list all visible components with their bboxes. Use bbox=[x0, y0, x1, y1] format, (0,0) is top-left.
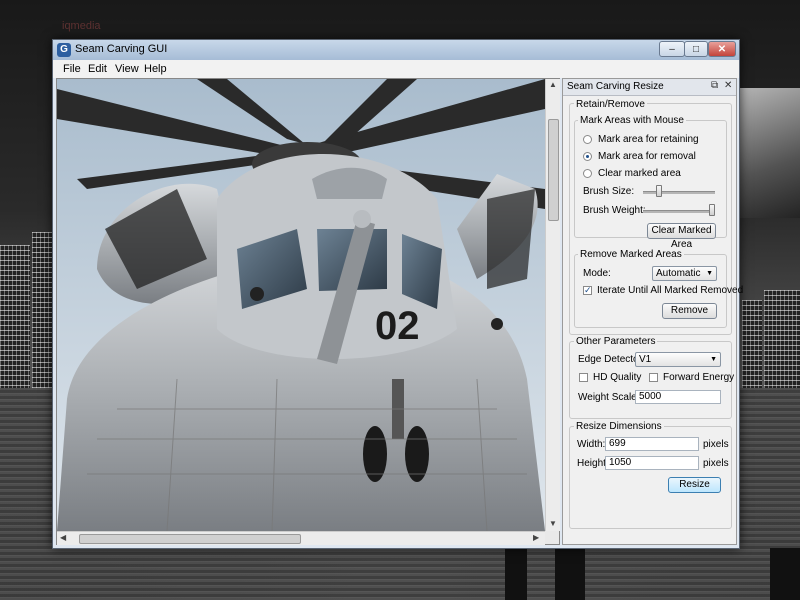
tail-number: 02 bbox=[375, 304, 420, 348]
pier bbox=[770, 548, 800, 600]
menu-file[interactable]: File bbox=[63, 63, 81, 75]
remove-button[interactable]: Remove bbox=[662, 303, 717, 319]
helicopter-illustration: 02 bbox=[57, 79, 545, 531]
resize-dimensions-label: Resize Dimensions bbox=[574, 421, 664, 432]
width-input[interactable]: 699 bbox=[605, 437, 699, 451]
mode-label: Mode: bbox=[583, 268, 611, 279]
iterate-checkbox-label[interactable]: Iterate Until All Marked Removed bbox=[597, 285, 743, 296]
radio-mark-removal[interactable] bbox=[583, 152, 592, 161]
chevron-down-icon: ▼ bbox=[710, 356, 717, 363]
building bbox=[742, 300, 762, 390]
forward-energy-checkbox[interactable] bbox=[649, 373, 658, 382]
building bbox=[764, 290, 800, 390]
image-canvas[interactable]: 02 ▲ ▼ ◀ ▶ bbox=[56, 78, 560, 545]
retain-remove-label: Retain/Remove bbox=[574, 99, 647, 110]
weight-scale-input[interactable]: 5000 bbox=[635, 390, 721, 404]
panel-title-bar: Seam Carving Resize ⧉ ✕ bbox=[563, 79, 736, 96]
brush-size-slider-thumb[interactable] bbox=[656, 185, 663, 197]
bridge bbox=[738, 88, 800, 218]
app-icon: G bbox=[57, 43, 71, 57]
panel-title: Seam Carving Resize bbox=[567, 81, 664, 92]
edge-detector-value: V1 bbox=[639, 354, 652, 365]
scroll-up-icon[interactable]: ▲ bbox=[549, 80, 557, 89]
hd-quality-checkbox[interactable] bbox=[579, 373, 588, 382]
vertical-scrollbar[interactable]: ▲ ▼ bbox=[545, 79, 560, 531]
resize-button[interactable]: Resize bbox=[668, 477, 721, 493]
weight-scale-label: Weight Scale: bbox=[578, 392, 640, 403]
menu-bar: File Edit View Help bbox=[53, 60, 739, 78]
close-button[interactable]: ✕ bbox=[708, 41, 736, 57]
building bbox=[0, 245, 30, 390]
main-window: G Seam Carving GUI – □ ✕ File Edit View … bbox=[52, 39, 743, 549]
radio-clear-marked-label[interactable]: Clear marked area bbox=[598, 168, 681, 179]
mark-areas-label: Mark Areas with Mouse bbox=[578, 115, 686, 126]
horizontal-scroll-thumb[interactable] bbox=[79, 534, 301, 544]
float-panel-icon[interactable]: ⧉ bbox=[711, 80, 718, 91]
scroll-down-icon[interactable]: ▼ bbox=[549, 519, 557, 528]
menu-edit[interactable]: Edit bbox=[88, 63, 107, 75]
vertical-scroll-thumb[interactable] bbox=[548, 119, 559, 221]
radio-mark-removal-label[interactable]: Mark area for removal bbox=[598, 151, 696, 162]
menu-help[interactable]: Help bbox=[144, 63, 167, 75]
brush-weight-slider-thumb[interactable] bbox=[709, 204, 715, 216]
brush-size-slider[interactable] bbox=[643, 191, 715, 194]
pier bbox=[555, 548, 585, 600]
menu-view[interactable]: View bbox=[115, 63, 139, 75]
horizontal-scrollbar[interactable]: ◀ ▶ bbox=[57, 531, 545, 545]
helicopter-photo[interactable]: 02 bbox=[57, 79, 545, 531]
brush-weight-slider[interactable] bbox=[643, 210, 715, 213]
hd-quality-label[interactable]: HD Quality bbox=[593, 372, 641, 383]
seam-carving-panel: Seam Carving Resize ⧉ ✕ Retain/Remove Ma… bbox=[562, 78, 743, 545]
mode-select[interactable]: Automatic ▼ bbox=[652, 266, 717, 281]
pier bbox=[505, 548, 527, 600]
scroll-left-icon[interactable]: ◀ bbox=[60, 533, 66, 542]
iterate-checkbox[interactable]: ✓ bbox=[583, 286, 592, 295]
edge-detector-select[interactable]: V1 ▼ bbox=[635, 352, 721, 367]
radio-mark-retain-label[interactable]: Mark area for retaining bbox=[598, 134, 699, 145]
radio-mark-retain[interactable] bbox=[583, 135, 592, 144]
minimize-button[interactable]: – bbox=[659, 41, 685, 57]
watermark: iqmedia bbox=[62, 20, 101, 32]
height-unit: pixels bbox=[703, 458, 729, 469]
width-unit: pixels bbox=[703, 439, 729, 450]
brush-size-label: Brush Size: bbox=[583, 186, 635, 197]
window-title: Seam Carving GUI bbox=[75, 43, 168, 55]
chevron-down-icon: ▼ bbox=[706, 270, 713, 277]
brush-weight-label: Brush Weight: bbox=[583, 205, 646, 216]
width-label: Width: bbox=[577, 439, 606, 450]
maximize-button[interactable]: □ bbox=[684, 41, 708, 57]
building bbox=[32, 232, 52, 390]
clear-marked-area-button[interactable]: Clear Marked Area bbox=[647, 223, 716, 250]
scroll-right-icon[interactable]: ▶ bbox=[533, 533, 539, 542]
height-label: Height: bbox=[577, 458, 609, 469]
radio-clear-marked[interactable] bbox=[583, 169, 592, 178]
close-panel-icon[interactable]: ✕ bbox=[724, 80, 732, 91]
forward-energy-label[interactable]: Forward Energy bbox=[663, 372, 734, 383]
height-input[interactable]: 1050 bbox=[605, 456, 699, 470]
remove-marked-label: Remove Marked Areas bbox=[578, 249, 684, 260]
title-bar[interactable]: G Seam Carving GUI – □ ✕ bbox=[53, 40, 739, 60]
mode-select-value: Automatic bbox=[656, 268, 701, 279]
other-parameters-label: Other Parameters bbox=[574, 336, 658, 347]
